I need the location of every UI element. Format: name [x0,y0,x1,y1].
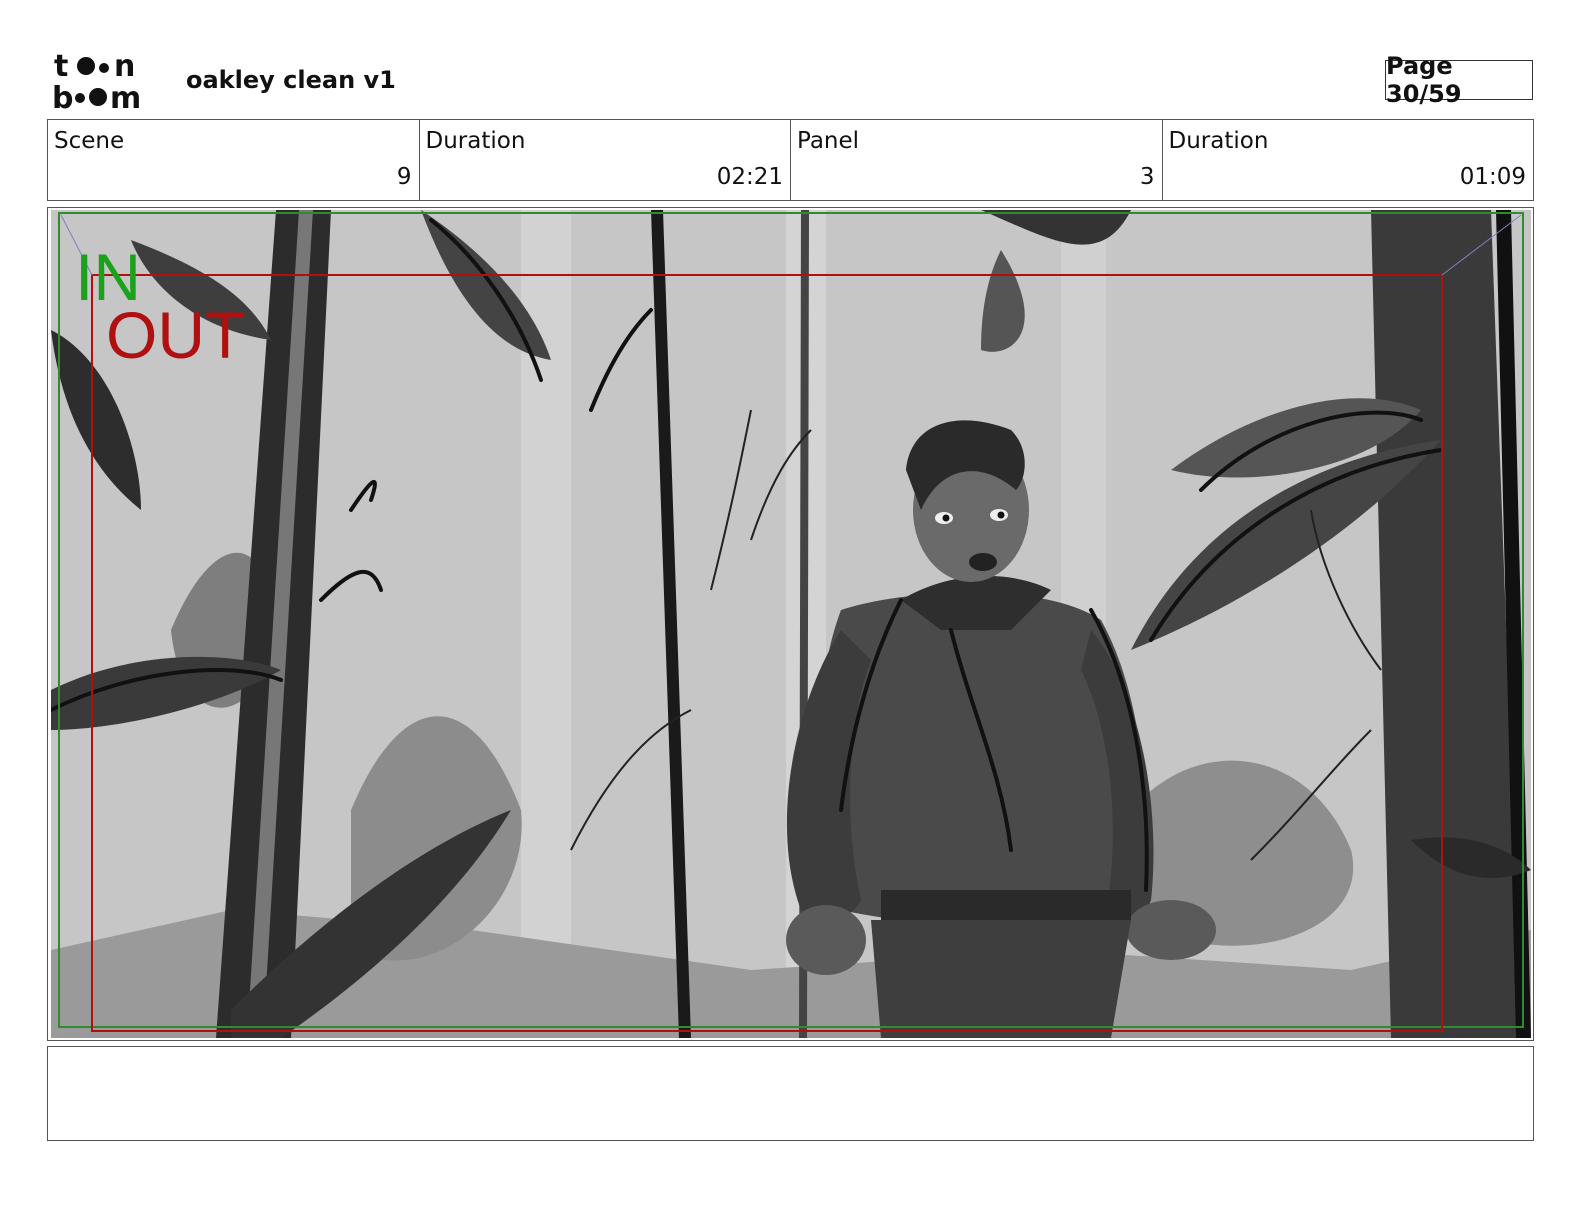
panel-label: Panel [797,128,860,154]
svg-text:n: n [114,50,135,84]
panel-duration-value: 01:09 [1459,164,1526,190]
panel-cell: Panel 3 [791,120,1163,200]
scene-value: 9 [396,164,412,190]
panel-info-table: Scene 9 Duration 02:21 Panel 3 Duration … [47,119,1534,201]
toon-boom-logo: t n b m [52,50,141,112]
scene-label: Scene [54,128,125,154]
panel-notes-box[interactable] [47,1046,1534,1141]
svg-text:b: b [52,81,73,112]
scene-cell: Scene 9 [48,120,420,200]
out-marker: OUT [106,298,245,372]
storyboard-panel-image: IN OUT [51,210,1531,1038]
scene-duration-label: Duration [425,128,526,154]
panel-duration-cell: Duration 01:09 [1163,120,1534,200]
panel-duration-label: Duration [1168,128,1269,154]
scene-duration-cell: Duration 02:21 [420,120,791,200]
project-title: oakley clean v1 [186,66,396,94]
page-indicator: Page 30/59 [1385,52,1533,108]
svg-text:m: m [110,81,141,112]
scene-duration-value: 02:21 [716,164,783,190]
svg-text:t: t [54,50,68,84]
panel-value: 3 [1139,164,1155,190]
